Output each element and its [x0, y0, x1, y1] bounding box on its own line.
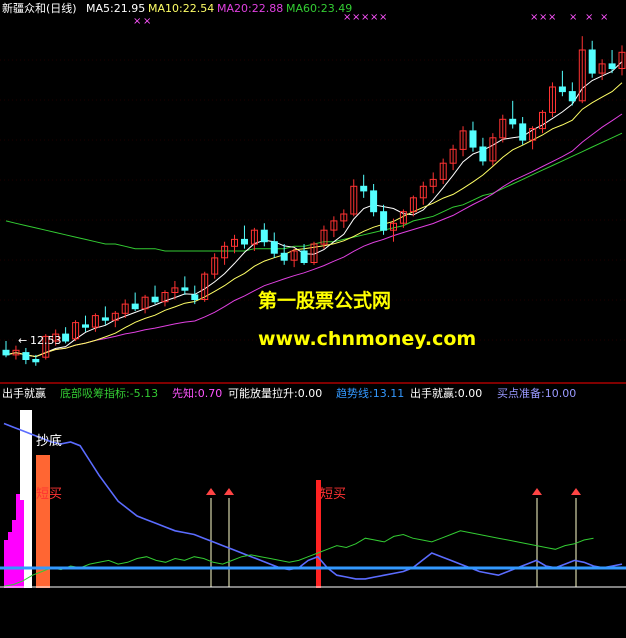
watermark-url: www.chnmoney.com [258, 328, 476, 350]
ma60-label: MA60:23.49 [286, 2, 352, 15]
candle-body [191, 294, 199, 300]
candle-body [608, 63, 616, 70]
candle-body [131, 303, 139, 310]
candle-body [82, 324, 89, 328]
candle-body [101, 317, 109, 321]
ma5-line [5, 61, 623, 358]
candle-body [181, 287, 189, 291]
ma60-path [5, 132, 623, 252]
candle-body [270, 241, 278, 254]
x-marker: × [133, 16, 141, 27]
ma10-label: MA10:22.54 [148, 2, 214, 15]
x-marker: × [352, 12, 360, 23]
x-marker: × [539, 12, 547, 23]
magenta-bar [8, 532, 12, 588]
ma20-label: MA20:22.88 [217, 2, 283, 15]
candle-body [479, 146, 487, 162]
x-marker: × [548, 12, 556, 23]
x-marker: × [370, 12, 378, 23]
x-marker: × [143, 16, 151, 27]
arrow-head [206, 488, 216, 495]
arrow-head [571, 488, 581, 495]
qushi-label: 趋势线:13.11 [336, 386, 404, 400]
x-marker: × [530, 12, 538, 23]
candle-body [360, 185, 368, 192]
x-marker: × [569, 12, 577, 23]
candle-body [568, 91, 576, 102]
chaodi-label: 抄底 [36, 433, 62, 449]
magenta-bar [16, 494, 20, 588]
candle-body [300, 250, 308, 263]
duanmai-label-left: 短买 [36, 487, 62, 502]
magenta-bar [12, 520, 16, 588]
candle-body [588, 49, 596, 74]
candle-body [151, 296, 159, 303]
maidian-label: 买点准备:10.00 [497, 386, 576, 400]
kenengfang-label: 可能放量拉升:0.00 [228, 386, 322, 400]
candle-body [280, 252, 288, 261]
candle-body [241, 238, 248, 245]
xianzhi-label: 先知:0.70 [172, 386, 222, 400]
ma60-line [5, 132, 623, 252]
candle-body [22, 352, 30, 361]
candle-body [32, 359, 40, 363]
candle-body [2, 349, 10, 356]
arrow-head [532, 488, 542, 495]
candle-body [62, 333, 70, 342]
chushou-label: 出手就赢:0.00 [410, 386, 482, 400]
stock-title: 新疆众和(日线) [2, 1, 77, 15]
magenta-bar [4, 540, 8, 588]
candle-body [509, 118, 517, 125]
indicator-trend-line [3, 422, 623, 580]
watermark-title: 第一股票公式网 [258, 289, 391, 312]
candle-body [260, 229, 268, 243]
candle-body [519, 123, 527, 141]
indicator-name: 出手就赢 [2, 386, 46, 400]
candle-body [370, 190, 378, 213]
green-path [3, 530, 594, 587]
x-marker: × [585, 12, 593, 23]
candle-body [558, 86, 566, 93]
x-marker: × [600, 12, 608, 23]
candles [2, 36, 626, 366]
arrow-head [224, 488, 234, 495]
x-marker: × [379, 12, 387, 23]
indicator-green-line [3, 530, 594, 587]
x-marker: × [361, 12, 369, 23]
ma5-label: MA5:21.95 [86, 2, 145, 15]
ma5-path [5, 61, 623, 358]
candle-body [469, 130, 477, 148]
low-price-label: 12.53 [30, 334, 62, 347]
duanmai-label-mid: 短买 [320, 487, 346, 502]
trend-path [3, 422, 623, 580]
stock-chart: × × × × × × × × × × × × × 新疆众和(日线) MA5:21.95 MA10:22… [0, 1, 626, 588]
candle-body [380, 211, 388, 231]
magenta-bar [20, 500, 24, 588]
arrows [206, 480, 581, 588]
low-arrow: ← [18, 334, 27, 347]
dibu-label: 底部吸筹指标:-5.13 [60, 386, 158, 400]
